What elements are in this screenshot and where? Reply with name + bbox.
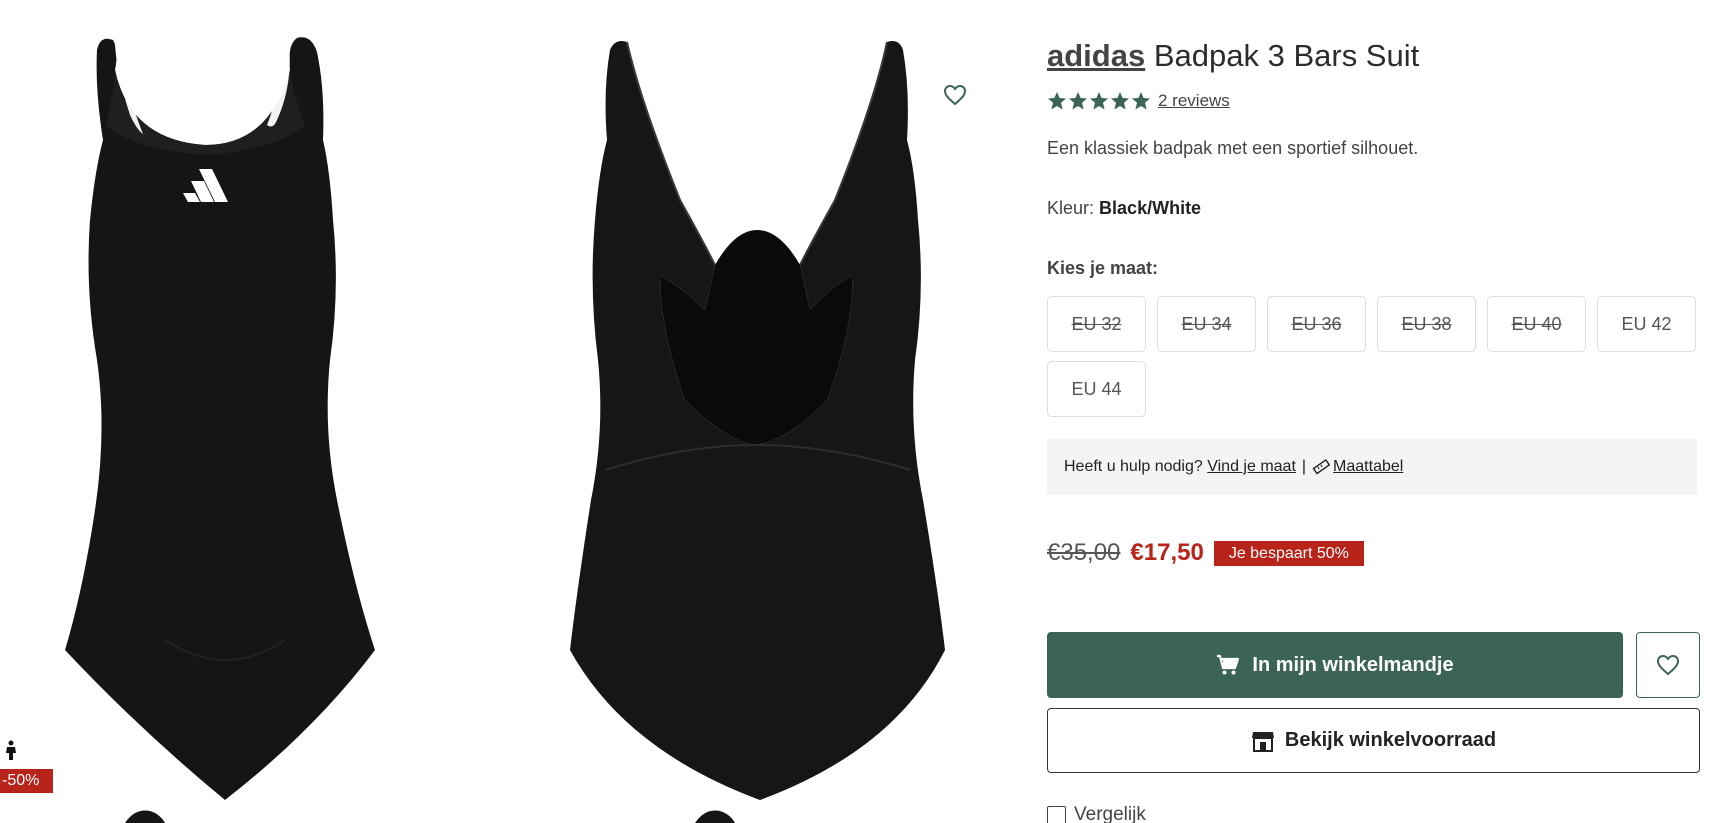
store-stock-label: Bekijk winkelvoorraad (1284, 729, 1497, 751)
product-image-back[interactable] (565, 30, 950, 800)
product-gallery: -50% (0, 0, 1000, 823)
color-label: Kleur: (1047, 198, 1095, 218)
star-icon (1111, 92, 1129, 110)
cart-icon (1217, 654, 1240, 675)
size-label: Kies je maat: (1047, 258, 1159, 278)
person-icon (6, 740, 16, 760)
reviews-link[interactable]: 2 reviews (1158, 91, 1230, 111)
size-option-label: EU 40 (1511, 313, 1562, 334)
add-to-cart-button[interactable]: In mijn winkelmandje (1047, 632, 1623, 698)
size-option-label: EU 44 (1071, 378, 1122, 399)
size-chart-link[interactable]: Maattabel (1333, 458, 1403, 476)
product-image-front[interactable] (55, 30, 430, 800)
heart-icon (1656, 654, 1680, 676)
checkbox[interactable] (1047, 805, 1066, 823)
thumbnail-image[interactable] (690, 808, 750, 823)
size-option-eu-34[interactable]: EU 34 (1157, 296, 1256, 352)
brand-link[interactable]: adidas (1047, 38, 1145, 73)
size-option-label: EU 34 (1181, 313, 1232, 334)
size-option-eu-36[interactable]: EU 36 (1267, 296, 1366, 352)
separator: | (1301, 458, 1307, 475)
star-icon (1048, 92, 1066, 110)
size-option-label: EU 42 (1621, 313, 1672, 334)
compare-label: Vergelijk (1074, 804, 1146, 823)
sale-price: €17,50 (1130, 539, 1204, 566)
wishlist-button[interactable] (1636, 632, 1700, 698)
product-description: Een klassiek badpak met een sportief sil… (1047, 138, 1419, 158)
ruler-icon (1312, 458, 1331, 475)
color-row: Kleur: Black/White (1047, 198, 1201, 219)
wishlist-heart-button[interactable] (940, 80, 970, 110)
size-option-eu-44[interactable]: EU 44 (1047, 361, 1146, 417)
size-option-eu-42[interactable]: EU 42 (1597, 296, 1696, 352)
product-title: adidas Badpak 3 Bars Suit (1047, 38, 1419, 74)
add-to-cart-label: In mijn winkelmandje (1252, 653, 1454, 676)
compare-checkbox[interactable]: Vergelijk (1047, 804, 1146, 823)
help-text: Heeft u hulp nodig? (1064, 458, 1203, 475)
savings-badge: Je bespaart 50% (1213, 540, 1364, 566)
size-option-eu-32[interactable]: EU 32 (1047, 296, 1146, 352)
thumbnail-image[interactable] (120, 808, 180, 823)
size-option-label: EU 36 (1291, 313, 1342, 334)
size-help-bar: Heeft u hulp nodig? Vind je maat | Maatta… (1047, 439, 1697, 495)
store-icon (1251, 731, 1274, 752)
store-stock-button[interactable]: Bekijk winkelvoorraad (1047, 708, 1700, 773)
rating: 2 reviews (1047, 91, 1230, 111)
color-value: Black/White (1099, 198, 1202, 218)
star-icon (1090, 92, 1108, 110)
size-option-label: EU 32 (1071, 313, 1122, 334)
heart-icon (943, 84, 967, 106)
old-price: €35,00 (1047, 539, 1121, 566)
find-size-link[interactable]: Vind je maat (1207, 458, 1296, 476)
size-option-eu-40[interactable]: EU 40 (1487, 296, 1586, 352)
discount-badge: -50% (0, 769, 53, 793)
size-option-eu-38[interactable]: EU 38 (1377, 296, 1476, 352)
price-row: €35,00 €17,50 Je bespaart 50% (1047, 539, 1364, 567)
star-icon (1069, 92, 1087, 110)
star-icon (1132, 92, 1150, 110)
size-option-label: EU 38 (1401, 313, 1452, 334)
product-name: Badpak 3 Bars Suit (1153, 38, 1420, 73)
